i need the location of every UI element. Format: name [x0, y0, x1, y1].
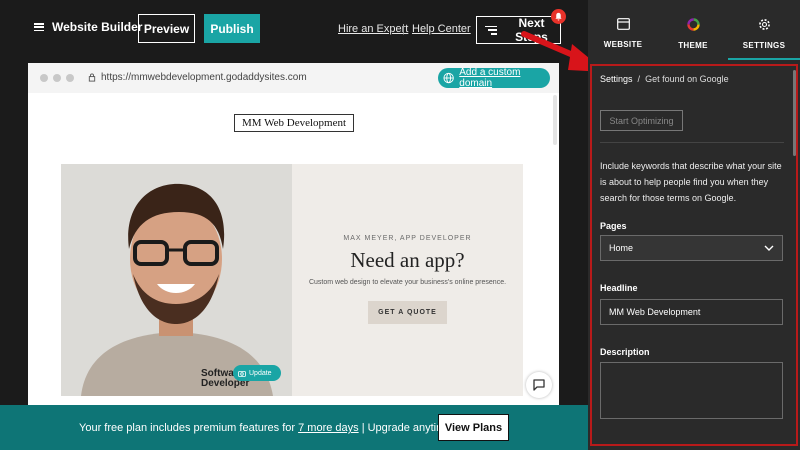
hero-heading: Need an app?	[350, 248, 465, 272]
browser-chrome: https://mmwebdevelopment.godaddysites.co…	[28, 63, 559, 93]
update-photo-label: Update	[249, 369, 272, 377]
preview-button[interactable]: Preview	[138, 14, 195, 43]
tab-website[interactable]: WEBSITE	[588, 0, 658, 60]
camera-icon	[238, 370, 246, 377]
next-steps-button[interactable]: Next Steps	[476, 16, 561, 44]
lock-icon	[88, 73, 96, 82]
get-quote-button[interactable]: GET A QUOTE	[368, 301, 447, 324]
trial-days-link[interactable]: 7 more days	[298, 422, 359, 434]
pages-label: Pages	[600, 221, 627, 231]
site-title[interactable]: MM Web Development	[234, 114, 355, 132]
portrait-illustration	[61, 164, 292, 396]
top-bar: Website Builder Preview Publish Hire an …	[0, 0, 588, 58]
pages-select[interactable]: Home	[600, 235, 783, 261]
trial-banner: Your free plan includes premium features…	[0, 405, 588, 450]
list-icon	[485, 25, 497, 35]
window-dot	[66, 74, 74, 82]
address-bar: https://mmwebdevelopment.godaddysites.co…	[88, 72, 307, 83]
chevron-down-icon	[764, 245, 774, 251]
view-plans-button[interactable]: View Plans	[438, 414, 509, 441]
description-label: Description	[600, 347, 650, 357]
chat-button[interactable]	[526, 372, 552, 398]
add-custom-domain-button[interactable]: Add a custom domain	[438, 67, 550, 89]
publish-button[interactable]: Publish	[204, 14, 260, 43]
tab-theme[interactable]: THEME	[658, 0, 728, 60]
hire-expert-link[interactable]: Hire an Expert	[338, 23, 408, 35]
preview-scrollbar[interactable]	[553, 95, 557, 145]
window-dot	[40, 74, 48, 82]
app-menu[interactable]: Website Builder	[34, 20, 142, 34]
breadcrumb: Settings / Get found on Google	[600, 74, 729, 84]
browser-window-icon	[616, 18, 630, 30]
hero-photo[interactable]: Software Developer Update	[61, 164, 292, 396]
site-url: https://mmwebdevelopment.godaddysites.co…	[101, 72, 307, 83]
color-wheel-icon	[686, 18, 700, 31]
window-dot	[53, 74, 61, 82]
description-textarea[interactable]	[600, 362, 783, 419]
tab-settings[interactable]: SETTINGS	[728, 0, 800, 60]
hero-text-block[interactable]: MAX MEYER, APP DEVELOPER Need an app? Cu…	[292, 164, 523, 396]
seo-help-text: Include keywords that describe what your…	[600, 161, 782, 203]
settings-panel: WEBSITE THEME SETTINGS Settings / Get fo…	[588, 0, 800, 450]
divider	[600, 142, 784, 143]
panel-scrollbar[interactable]	[793, 70, 796, 156]
notification-bell-icon[interactable]	[551, 9, 566, 24]
globe-icon	[443, 72, 454, 84]
headline-input[interactable]	[600, 299, 783, 325]
start-optimizing-button[interactable]: Start Optimizing	[600, 110, 683, 131]
app-title: Website Builder	[52, 20, 143, 34]
hero-eyebrow: MAX MEYER, APP DEVELOPER	[343, 235, 472, 242]
update-photo-button[interactable]: Update	[233, 365, 281, 381]
gear-icon	[758, 19, 770, 30]
hamburger-icon	[34, 23, 44, 31]
site-preview: https://mmwebdevelopment.godaddysites.co…	[28, 63, 559, 405]
topbar-separator: |	[402, 23, 405, 35]
help-center-link[interactable]: Help Center	[412, 23, 471, 35]
chat-icon	[533, 379, 545, 391]
trial-banner-text: Your free plan includes premium features…	[79, 422, 452, 434]
add-custom-domain-label: Add a custom domain	[459, 67, 521, 89]
pages-select-value: Home	[609, 243, 634, 253]
hero-subtext: Custom web design to elevate your busine…	[308, 279, 507, 286]
breadcrumb-settings-link[interactable]: Settings	[600, 74, 633, 84]
headline-label: Headline	[600, 283, 638, 293]
breadcrumb-current: Get found on Google	[645, 74, 729, 84]
